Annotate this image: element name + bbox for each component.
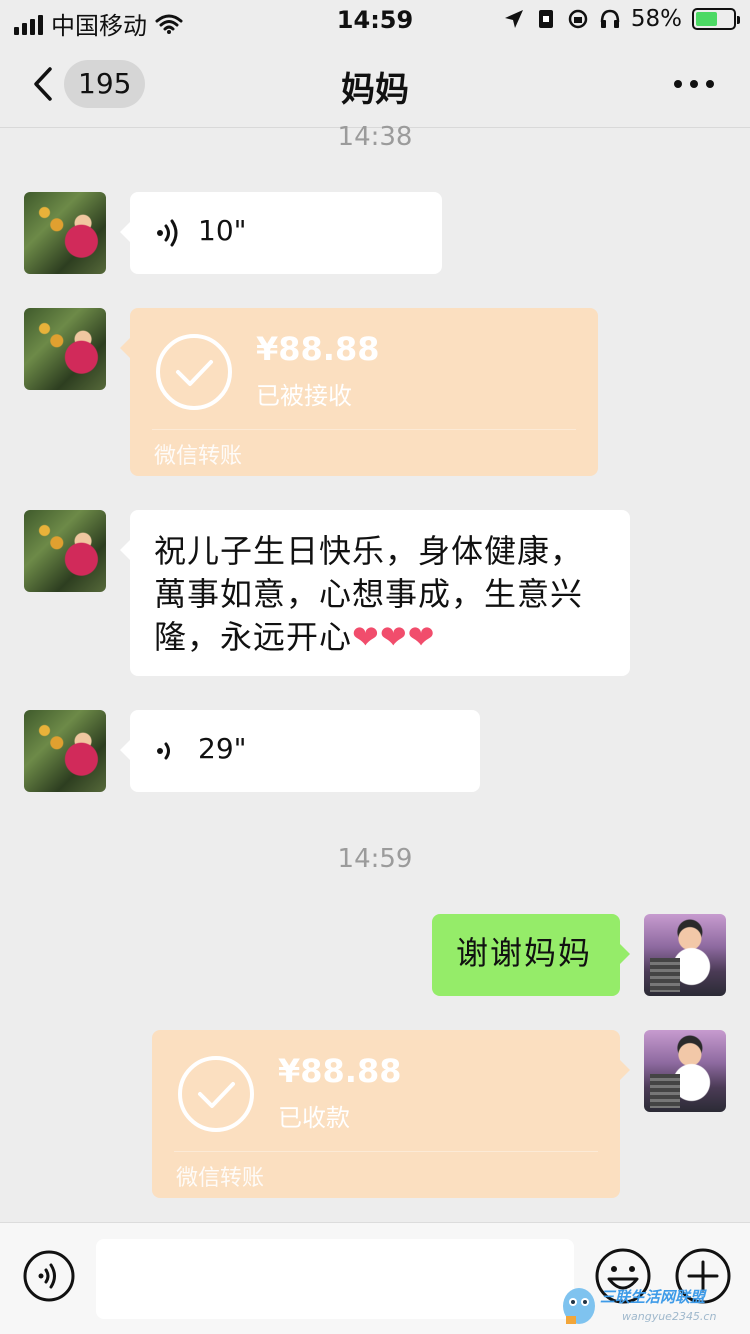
watermark-text: 三联生活网联盟 [600, 1288, 706, 1306]
avatar[interactable] [24, 710, 106, 792]
watermark-url: wangyue2345.cn [622, 1310, 717, 1323]
chat-title: 妈妈 [341, 70, 409, 110]
transfer-footer: 微信转账 [176, 1166, 265, 1191]
transfer-status: 已被接收 [256, 382, 352, 410]
battery-level [696, 12, 717, 26]
headphones-icon [600, 9, 620, 28]
message-text: 祝儿子生日快乐，身体健康， 萬事如意，心想事成，生意兴 隆，永远开心❤❤❤ [154, 532, 584, 656]
timestamp: 14:59 [337, 844, 413, 874]
voice-wave-icon [157, 742, 170, 760]
voice-message[interactable]: 10" [120, 192, 442, 274]
voice-message[interactable]: 29" [120, 710, 480, 792]
transfer-message[interactable]: ¥88.88 已被接收 微信转账 [120, 308, 598, 476]
voice-duration: 10" [198, 214, 247, 247]
location-icon [504, 10, 523, 28]
transfer-status: 已收款 [278, 1104, 350, 1132]
battery-icon [692, 8, 740, 30]
voice-wave-icon [157, 219, 178, 247]
chat-header: 195 妈妈 [0, 40, 750, 128]
transfer-message[interactable]: ¥88.88 已收款 微信转账 [152, 1030, 630, 1198]
timestamp: 14:38 [337, 122, 413, 152]
lock-rotation-icon [568, 9, 588, 29]
sim-icon [538, 10, 553, 28]
transfer-footer: 微信转账 [154, 444, 243, 469]
mascot-icon [563, 1288, 595, 1324]
status-bar: 中国移动 14:59 58% [0, 0, 750, 40]
voice-icon[interactable] [22, 1249, 76, 1303]
message-input[interactable] [96, 1239, 574, 1319]
transfer-amount: ¥88.88 [256, 330, 380, 368]
heart-emoji: ❤❤❤ [352, 618, 436, 656]
transfer-amount: ¥88.88 [278, 1052, 402, 1090]
avatar[interactable] [24, 192, 106, 274]
battery-percent: 58% [630, 6, 682, 32]
watermark: 三联生活网联盟 wangyue2345.cn [560, 1282, 750, 1330]
avatar[interactable] [24, 510, 106, 592]
avatar[interactable] [644, 1030, 726, 1112]
more-icon[interactable] [674, 80, 714, 88]
avatar[interactable] [644, 914, 726, 996]
status-right: 58% [503, 6, 740, 32]
message-text: 谢谢妈妈 [456, 934, 593, 972]
text-message[interactable]: 谢谢妈妈 [432, 914, 630, 996]
check-circle-icon [156, 334, 232, 410]
avatar[interactable] [24, 308, 106, 390]
text-message[interactable]: 祝儿子生日快乐，身体健康， 萬事如意，心想事成，生意兴 隆，永远开心❤❤❤ [120, 510, 630, 676]
transfer-divider [152, 429, 576, 430]
voice-duration: 29" [198, 732, 247, 765]
transfer-divider [174, 1151, 598, 1152]
check-circle-icon [178, 1056, 254, 1132]
